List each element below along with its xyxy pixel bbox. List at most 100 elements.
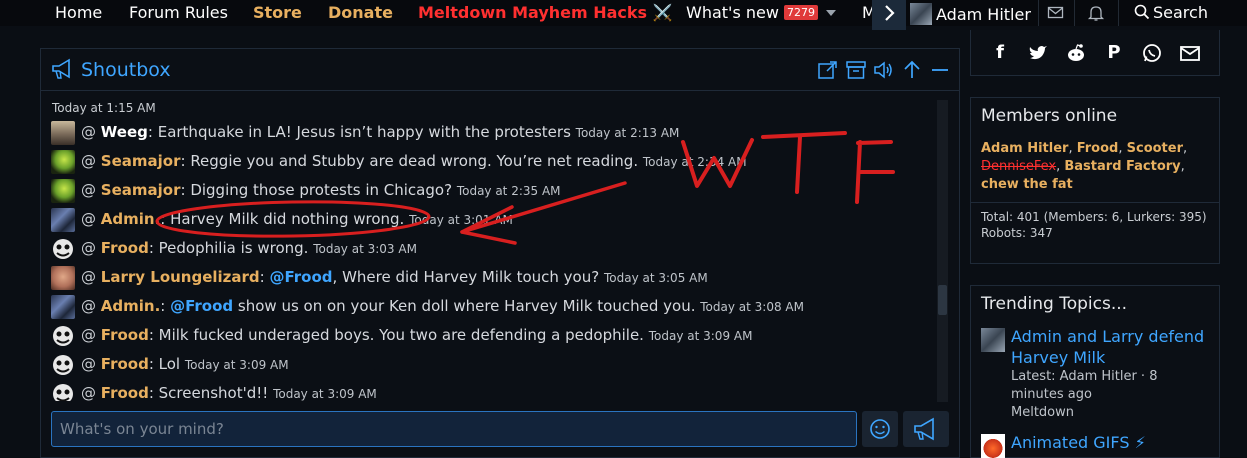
shout-message: @ Admin.: Harvey Milk did nothing wrong.… <box>51 207 937 233</box>
member-link[interactable]: Frood <box>1077 141 1119 156</box>
message-timestamp: Today at 2:13 AM <box>575 126 680 140</box>
message-username[interactable]: Admin. <box>101 297 161 315</box>
nav-scroll-right-button[interactable] <box>872 0 906 30</box>
date-header: Today at 1:15 AM <box>52 101 156 115</box>
trending-topic-link[interactable]: Animated GIFS ⚡ <box>1011 432 1211 453</box>
emoji-button[interactable] <box>862 411 898 447</box>
nav-donate[interactable]: Donate <box>328 3 393 22</box>
nav-forum-rules[interactable]: Forum Rules <box>129 3 228 22</box>
minimize-icon[interactable] <box>929 59 951 81</box>
trending-item: Animated GIFS ⚡ <box>981 432 1211 458</box>
bell-icon[interactable] <box>1087 4 1105 26</box>
shout-input-wrapper <box>51 411 857 447</box>
message-mention[interactable]: @Frood <box>170 297 233 315</box>
message-separator: : <box>180 152 191 170</box>
shout-message: @ Frood: Milk fucked underaged boys. You… <box>51 323 937 349</box>
message-username[interactable]: Seamajor <box>101 181 181 199</box>
nav-divider <box>1074 0 1075 26</box>
whats-new-badge: 7279 <box>784 5 819 20</box>
archive-icon[interactable] <box>845 59 867 81</box>
pinterest-icon[interactable]: P <box>1103 42 1125 64</box>
shoutbox-toolbar <box>817 59 951 81</box>
envelope-icon[interactable] <box>1047 5 1065 25</box>
shoutbox-scrollbar[interactable] <box>937 100 948 402</box>
shout-message: @ Seamajor: Digging those protests in Ch… <box>51 178 937 204</box>
shoutbox-panel: Shoutbox Today at 1:15 AM @ Weeg: Earthq… <box>40 48 960 458</box>
message-timestamp: Today at 3:09 AM <box>184 358 289 372</box>
trending-topic-link[interactable]: Admin and Larry defend Harvey Milk <box>1011 326 1211 368</box>
avatar <box>51 353 75 377</box>
shout-input[interactable] <box>52 412 856 446</box>
nav-store[interactable]: Store <box>253 3 302 22</box>
message-username[interactable]: Frood <box>101 355 149 373</box>
message-username[interactable]: Larry Loungelizard <box>101 268 260 286</box>
members-online-title[interactable]: Members online <box>981 106 1117 126</box>
message-text: Earthquake in LA! Jesus isn’t happy with… <box>157 123 571 141</box>
nav-user-menu[interactable]: Adam Hitler <box>910 3 1031 25</box>
crossed-swords-icon: ⚔️ <box>652 3 673 22</box>
megaphone-icon <box>914 417 934 441</box>
message-separator: : <box>148 355 159 373</box>
scrollbar-thumb[interactable] <box>938 285 947 315</box>
message-timestamp: Today at 3:01 AM <box>409 213 513 227</box>
message-timestamp: Today at 3:03 AM <box>313 242 417 256</box>
arrow-up-icon[interactable] <box>901 59 923 81</box>
message-username[interactable]: Frood <box>101 384 149 401</box>
share-widget: f P <box>970 30 1220 76</box>
twitter-icon[interactable] <box>1027 42 1049 64</box>
nav-whats-new[interactable]: What's new 7279 <box>686 3 819 22</box>
envelope-icon[interactable] <box>1179 42 1201 64</box>
members-online-widget: Members online Adam Hitler, Frood, Scoot… <box>970 97 1220 264</box>
nav-search[interactable]: Search <box>1134 3 1208 22</box>
trending-item: Admin and Larry defend Harvey Milk Lates… <box>981 326 1211 426</box>
trending-title: Trending Topics... <box>981 294 1128 314</box>
message-username[interactable]: Frood <box>101 326 149 344</box>
message-text: Reggie you and Stubby are dead wrong. Yo… <box>190 152 639 170</box>
sound-icon[interactable] <box>873 59 895 81</box>
reddit-icon[interactable] <box>1065 42 1087 64</box>
message-separator: : <box>259 268 270 286</box>
member-link-banned[interactable]: DenniseFex <box>981 159 1056 174</box>
avatar <box>981 328 1005 352</box>
shoutbox-messages[interactable]: Today at 1:15 AM @ Weeg: Earthquake in L… <box>51 101 937 401</box>
message-separator: : <box>160 297 171 315</box>
shout-message: @ Weeg: Earthquake in LA! Jesus isn’t ha… <box>51 120 937 146</box>
message-timestamp: Today at 2:34 AM <box>642 155 747 169</box>
avatar <box>981 434 1005 458</box>
chevron-right-icon <box>885 5 895 21</box>
nav-hacks[interactable]: Meltdown Mayhem Hacks ⚔️ <box>418 3 673 22</box>
avatar <box>51 208 75 232</box>
avatar <box>51 150 75 174</box>
nav-username: Adam Hitler <box>936 5 1031 24</box>
message-mention[interactable]: @Frood <box>270 268 333 286</box>
members-online-list: Adam Hitler, Frood, Scooter, DenniseFex,… <box>981 141 1188 192</box>
whatsapp-icon[interactable] <box>1141 42 1163 64</box>
member-link[interactable]: Bastard Factory <box>1064 159 1180 174</box>
message-text: , Where did Harvey Milk touch you? <box>332 268 600 286</box>
trending-forum[interactable]: Meltdown <box>1011 404 1211 422</box>
message-username[interactable]: Seamajor <box>101 152 181 170</box>
avatar <box>51 266 75 290</box>
popout-icon[interactable] <box>817 59 839 81</box>
message-username[interactable]: Admin. <box>101 210 161 228</box>
message-text: Digging those protests in Chicago? <box>190 181 453 199</box>
members-total: Total: 401 (Members: 6, Lurkers: 395) <box>981 210 1207 224</box>
members-robots: Robots: 347 <box>981 226 1053 240</box>
trending-latest[interactable]: Latest: Adam Hitler · 8 minutes ago <box>1011 368 1211 404</box>
shout-message: @ Admin.: @Frood show us on on your Ken … <box>51 294 937 320</box>
chevron-down-icon[interactable] <box>826 10 836 16</box>
avatar <box>51 121 75 145</box>
smiley-icon <box>870 419 890 439</box>
member-link[interactable]: chew the fat <box>981 177 1073 192</box>
message-separator: : <box>180 181 191 199</box>
nav-divider <box>1118 0 1119 26</box>
send-shout-button[interactable] <box>903 411 949 447</box>
shout-message: @ Seamajor: Reggie you and Stubby are de… <box>51 149 937 175</box>
message-username[interactable]: Frood <box>101 239 149 257</box>
member-link[interactable]: Adam Hitler <box>981 141 1068 156</box>
facebook-icon[interactable]: f <box>989 42 1011 64</box>
shoutbox-header: Shoutbox <box>41 49 959 91</box>
message-username[interactable]: Weeg <box>101 123 148 141</box>
nav-home[interactable]: Home <box>55 3 102 22</box>
member-link[interactable]: Scooter <box>1127 141 1183 156</box>
